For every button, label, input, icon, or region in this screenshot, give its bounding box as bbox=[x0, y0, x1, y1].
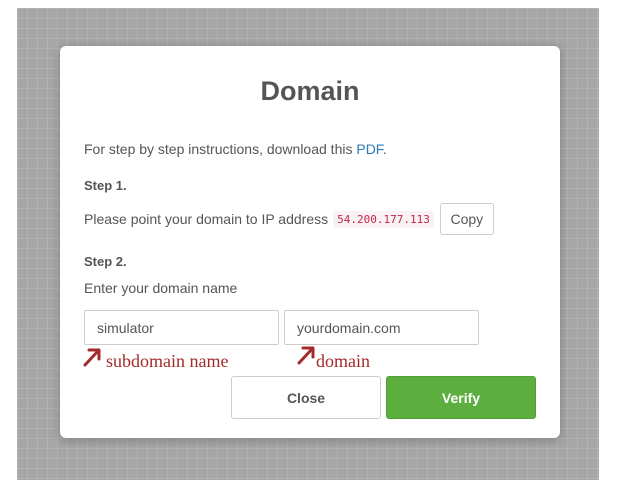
instructions-suffix: . bbox=[382, 141, 387, 157]
domain-dialog: Domain For step by step instructions, do… bbox=[60, 46, 560, 438]
step2-heading: Step 2. bbox=[84, 254, 127, 269]
ip-address: 54.200.177.113 bbox=[333, 210, 434, 228]
dialog-title: Domain bbox=[260, 76, 360, 106]
instructions-text: For step by step instructions, download … bbox=[84, 141, 387, 157]
arrow-up-icon bbox=[83, 348, 101, 367]
verify-button[interactable]: Verify bbox=[386, 376, 536, 419]
step1-text: Please point your domain to IP address bbox=[84, 211, 329, 227]
copy-button[interactable]: Copy bbox=[439, 203, 494, 235]
pdf-link[interactable]: PDF bbox=[356, 141, 382, 157]
step1-row: Please point your domain to IP address 5… bbox=[84, 203, 494, 235]
subdomain-annotation: subdomain name bbox=[106, 351, 229, 371]
arrow-up-icon bbox=[297, 346, 315, 365]
instructions-prefix: For step by step instructions, download … bbox=[84, 141, 357, 157]
domain-name-label: Enter your domain name bbox=[84, 280, 238, 296]
domain-input[interactable] bbox=[284, 310, 479, 345]
subdomain-input[interactable] bbox=[84, 310, 279, 345]
step1-heading: Step 1. bbox=[84, 178, 127, 193]
close-button[interactable]: Close bbox=[231, 376, 381, 419]
domain-annotation: domain bbox=[316, 351, 370, 371]
